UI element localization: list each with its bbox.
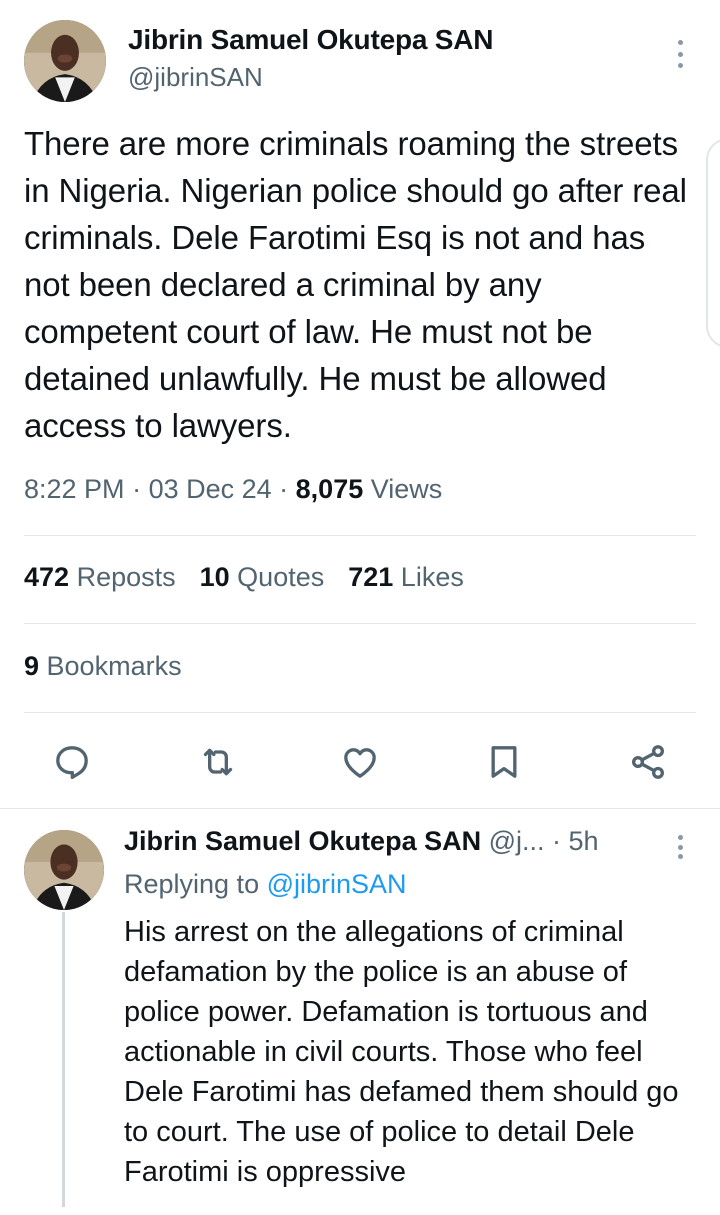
views-count: 8,075 (295, 474, 364, 504)
reply-text: His arrest on the allegations of crimina… (124, 916, 679, 1188)
divider (24, 623, 696, 624)
bookmark-button[interactable] (482, 740, 526, 784)
reposts-label: Reposts (69, 562, 176, 592)
replying-prefix: Replying to (124, 869, 267, 899)
like-icon (344, 748, 376, 778)
likes-count: 721 (348, 562, 394, 592)
tweet-divider (0, 808, 720, 809)
divider (24, 712, 696, 713)
quotes-label: Quotes (229, 562, 325, 592)
more-options-icon[interactable] (664, 36, 696, 72)
repost-button[interactable] (196, 740, 240, 784)
reply-author-avatar[interactable] (24, 830, 104, 910)
reposts-stat[interactable]: 472 Reposts (24, 562, 176, 593)
replying-to: Replying to @jibrinSAN (124, 869, 407, 900)
tweet-date[interactable]: 03 Dec 24 (149, 474, 272, 504)
reply-author-name[interactable]: Jibrin Samuel Okutepa SAN (124, 826, 481, 856)
reply-button[interactable] (50, 740, 94, 784)
reply-author-handle[interactable]: @j... (489, 826, 545, 856)
likes-stat[interactable]: 721 Likes (348, 562, 464, 593)
engagement-stats: 472 Reposts 10 Quotes 721 Likes (24, 562, 464, 593)
repost-icon (203, 748, 233, 776)
meta-separator: · (271, 474, 296, 504)
meta-separator: · (124, 474, 149, 504)
reposts-count: 472 (24, 562, 70, 592)
author-avatar[interactable] (24, 20, 106, 102)
author-name[interactable]: Jibrin Samuel Okutepa SAN (128, 24, 494, 56)
likes-label: Likes (393, 562, 464, 592)
bookmarks-label: Bookmarks (39, 651, 182, 681)
thread-line (62, 912, 65, 1207)
reply-icon (56, 746, 88, 779)
reply-time[interactable]: · 5h (545, 826, 599, 856)
share-button[interactable] (626, 740, 670, 784)
tweet-meta: 8:22 PM · 03 Dec 24 · 8,075 Views (24, 474, 442, 505)
reply-more-options-icon[interactable] (666, 832, 694, 862)
views-label: Views (363, 474, 443, 504)
share-icon (632, 745, 664, 779)
bookmarks-count: 9 (24, 651, 40, 681)
divider (24, 535, 696, 536)
bookmarks-stat[interactable]: 9 Bookmarks (24, 651, 182, 682)
quotes-count: 10 (199, 562, 230, 592)
tweet-text: There are more criminals roaming the str… (24, 125, 687, 444)
tweet-time[interactable]: 8:22 PM (24, 474, 125, 504)
author-handle[interactable]: @jibrinSAN (128, 62, 263, 93)
avatar-image (24, 20, 106, 102)
reply-header: Jibrin Samuel Okutepa SAN @j... · 5h (124, 826, 599, 857)
side-panel-handle[interactable] (706, 138, 720, 348)
replying-mention-link[interactable]: @jibrinSAN (267, 869, 407, 899)
quotes-stat[interactable]: 10 Quotes (200, 562, 325, 593)
avatar-image (24, 830, 104, 910)
bookmark-icon (491, 746, 517, 778)
like-button[interactable] (338, 740, 382, 784)
